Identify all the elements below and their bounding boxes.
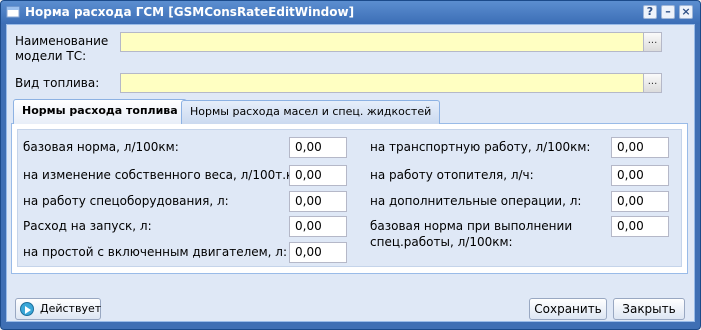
play-icon — [20, 302, 34, 316]
weight-change-label: на изменение собственного веса, л/100т.к… — [23, 168, 307, 182]
start-consumption-input[interactable]: 0,00 — [289, 216, 347, 237]
special-equipment-input[interactable]: 0,00 — [289, 191, 347, 212]
idle-engine-input[interactable]: 0,00 — [289, 242, 347, 263]
special-work-rate-input[interactable]: 0,00 — [611, 216, 669, 237]
minimize-icon[interactable]: – — [661, 5, 675, 19]
status-button[interactable]: Действует — [15, 298, 101, 320]
title-bar[interactable]: Норма расхода ГСМ [GSMConsRateEditWindow… — [1, 1, 700, 24]
tab-strip: Нормы расхода топлива Нормы расхода масе… — [11, 97, 688, 124]
special-work-rate-label: базовая норма при выполнении спец.работы… — [370, 219, 573, 249]
base-rate-label: базовая норма, л/100км: — [23, 140, 179, 154]
gsm-rate-edit-window: Норма расхода ГСМ [GSMConsRateEditWindow… — [0, 0, 701, 330]
fuel-rates-form: базовая норма, л/100км: 0,00 на изменени… — [17, 129, 682, 267]
fuel-rates-panel: базовая норма, л/100км: 0,00 на изменени… — [11, 124, 688, 274]
fuel-type-label: Вид топлива: — [15, 76, 100, 90]
transport-work-input[interactable]: 0,00 — [611, 137, 669, 158]
transport-work-label: на транспортную работу, л/100км: — [370, 140, 591, 154]
window-title: Норма расхода ГСМ [GSMConsRateEditWindow… — [25, 5, 355, 19]
vehicle-model-picker-button[interactable]: ... — [644, 32, 662, 52]
close-icon[interactable]: × — [679, 5, 693, 19]
fuel-type-field[interactable] — [120, 73, 644, 93]
status-label: Действует — [40, 302, 102, 315]
start-consumption-label: Расход на запуск, л: — [23, 219, 152, 233]
idle-engine-label: на простой с включенным двигателем, л: — [23, 245, 288, 259]
heater-input[interactable]: 0,00 — [611, 165, 669, 186]
tab-oil-rates[interactable]: Нормы расхода масел и спец. жидкостей — [181, 100, 441, 124]
additional-operations-label: на дополнительные операции, л: — [370, 194, 582, 208]
additional-operations-input[interactable]: 0,00 — [611, 191, 669, 212]
weight-change-input[interactable]: 0,00 — [289, 165, 347, 186]
window-body: Наименование модели ТС: ... Вид топлива:… — [6, 24, 695, 322]
base-rate-input[interactable]: 0,00 — [289, 137, 347, 158]
close-button[interactable]: Закрыть — [613, 298, 685, 320]
help-icon[interactable]: ? — [643, 5, 657, 19]
fuel-type-picker-button[interactable]: ... — [644, 73, 662, 93]
special-equipment-label: на работу спецоборудования, л: — [23, 194, 229, 208]
heater-label: на работу отопителя, л/ч: — [370, 168, 534, 182]
vehicle-model-label: Наименование модели ТС: — [15, 34, 109, 63]
tab-fuel-rates[interactable]: Нормы расхода топлива — [13, 99, 187, 124]
save-button[interactable]: Сохранить — [529, 298, 607, 320]
window-icon — [6, 6, 20, 18]
vehicle-model-field[interactable] — [120, 32, 644, 52]
